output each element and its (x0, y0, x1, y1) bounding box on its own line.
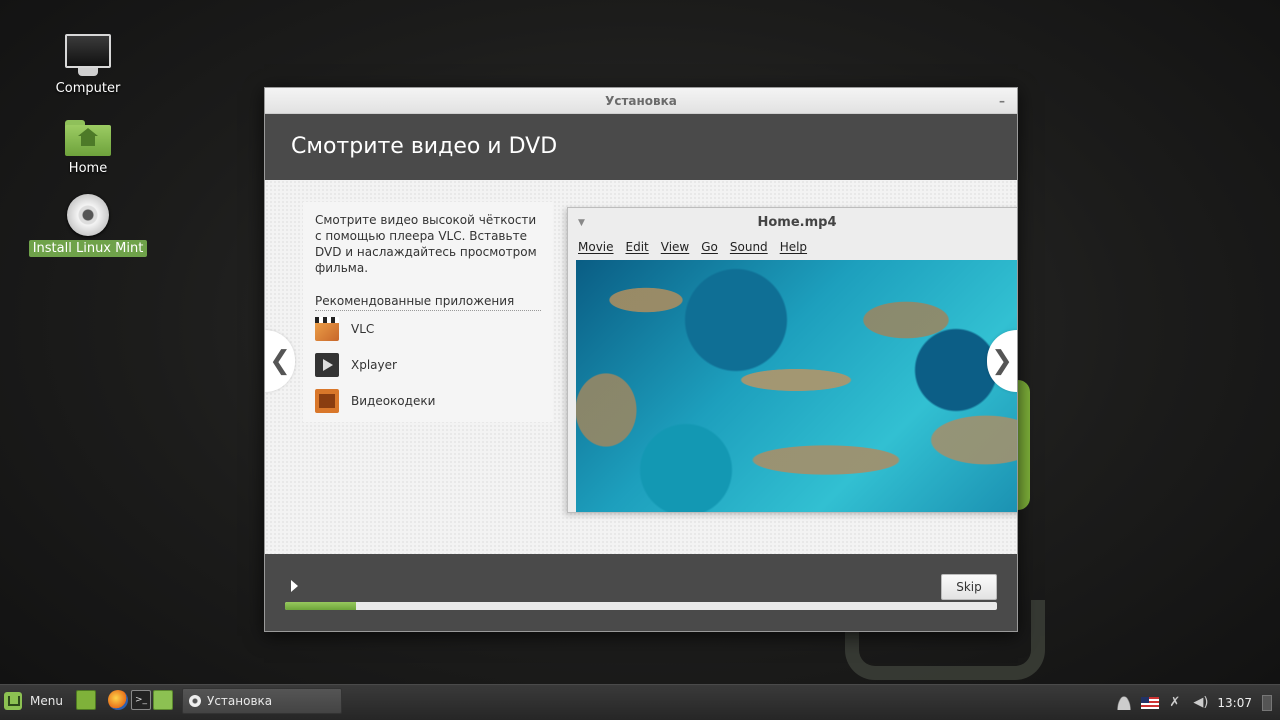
disc-icon (28, 194, 148, 236)
user-icon[interactable] (1117, 696, 1132, 710)
menu-movie: Movie (578, 240, 614, 254)
xplayer-icon (315, 353, 339, 377)
app-item-vlc: VLC (315, 311, 541, 347)
recommended-apps-heading: Рекомендованные приложения (315, 294, 541, 311)
task-label: Установка (207, 694, 273, 708)
show-desktop-icon[interactable] (76, 690, 96, 710)
disc-icon (189, 695, 201, 707)
play-icon[interactable] (291, 580, 298, 592)
desktop-icon-label: Install Linux Mint (28, 240, 148, 257)
taskbar-window-installer[interactable]: Установка (182, 688, 342, 714)
desktop-icon-computer[interactable]: Computer (28, 34, 148, 97)
installer-footer: Skip (265, 554, 1017, 631)
volume-icon[interactable]: ◀) (1193, 696, 1208, 710)
mint-logo-icon (4, 692, 22, 710)
menu-view: View (660, 240, 690, 254)
keyboard-layout-flag-icon[interactable] (1141, 697, 1160, 709)
player-menubar: Movie Edit View Go Sound Help (568, 236, 1017, 258)
app-name: VLC (351, 322, 375, 336)
slide-text-panel: Смотрите видео высокой чёткости с помощь… (303, 202, 553, 422)
app-item-codecs: Видеокодеки (315, 383, 541, 419)
show-desktop-button[interactable] (1262, 695, 1272, 711)
slide-description: Смотрите видео высокой чёткости с помощь… (315, 213, 537, 275)
desktop-icon-label: Home (68, 161, 108, 176)
menu-edit: Edit (625, 240, 649, 254)
installer-window: Установка – Смотрите видео и DVD Смотрит… (264, 87, 1018, 632)
progress-bar (285, 602, 997, 610)
player-title: Home.mp4 (757, 215, 837, 230)
codecs-icon (315, 389, 339, 413)
menu-sound: Sound (729, 240, 768, 254)
menu-go: Go (701, 240, 718, 254)
clock[interactable]: 13:07 (1217, 696, 1252, 710)
app-name: Xplayer (351, 358, 397, 372)
desktop-icon-install-linux-mint[interactable]: Install Linux Mint (28, 194, 148, 257)
computer-icon (28, 34, 148, 76)
files-icon[interactable] (153, 690, 173, 710)
slideshow: Смотрите видео высокой чёткости с помощь… (265, 180, 1017, 554)
vlc-icon (315, 317, 339, 341)
home-folder-icon (28, 120, 148, 156)
window-title: Установка (605, 94, 677, 108)
window-titlebar[interactable]: Установка – (265, 88, 1017, 114)
player-screenshot: ▼ Home.mp4 Movie Edit View Go Sound Help (567, 207, 1017, 513)
skip-button[interactable]: Skip (941, 574, 997, 600)
progress-fill (285, 602, 357, 610)
minimize-button[interactable]: – (999, 88, 1005, 114)
app-item-xplayer: Xplayer (315, 347, 541, 383)
desktop-icon-label: Computer (55, 81, 121, 96)
player-titlebar: ▼ Home.mp4 (568, 208, 1017, 236)
firefox-icon[interactable] (108, 690, 128, 710)
taskbar: Menu >_ Установка ✗ ◀) 13:07 (0, 684, 1280, 720)
dropdown-arrow-icon: ▼ (578, 218, 585, 228)
menu-label: Menu (30, 694, 63, 708)
slide-header: Смотрите видео и DVD (265, 114, 1017, 180)
terminal-icon[interactable]: >_ (131, 690, 151, 710)
video-frame (576, 260, 1017, 512)
app-name: Видеокодеки (351, 394, 436, 408)
previous-slide-button[interactable]: ❮ (265, 330, 295, 392)
network-icon[interactable]: ✗ (1169, 696, 1183, 710)
menu-help: Help (779, 240, 808, 254)
menu-button[interactable]: Menu (4, 689, 63, 713)
system-tray: ✗ ◀) 13:07 (1117, 685, 1272, 720)
slide-title: Смотрите видео и DVD (291, 134, 558, 159)
desktop-icon-home[interactable]: Home (28, 120, 148, 177)
